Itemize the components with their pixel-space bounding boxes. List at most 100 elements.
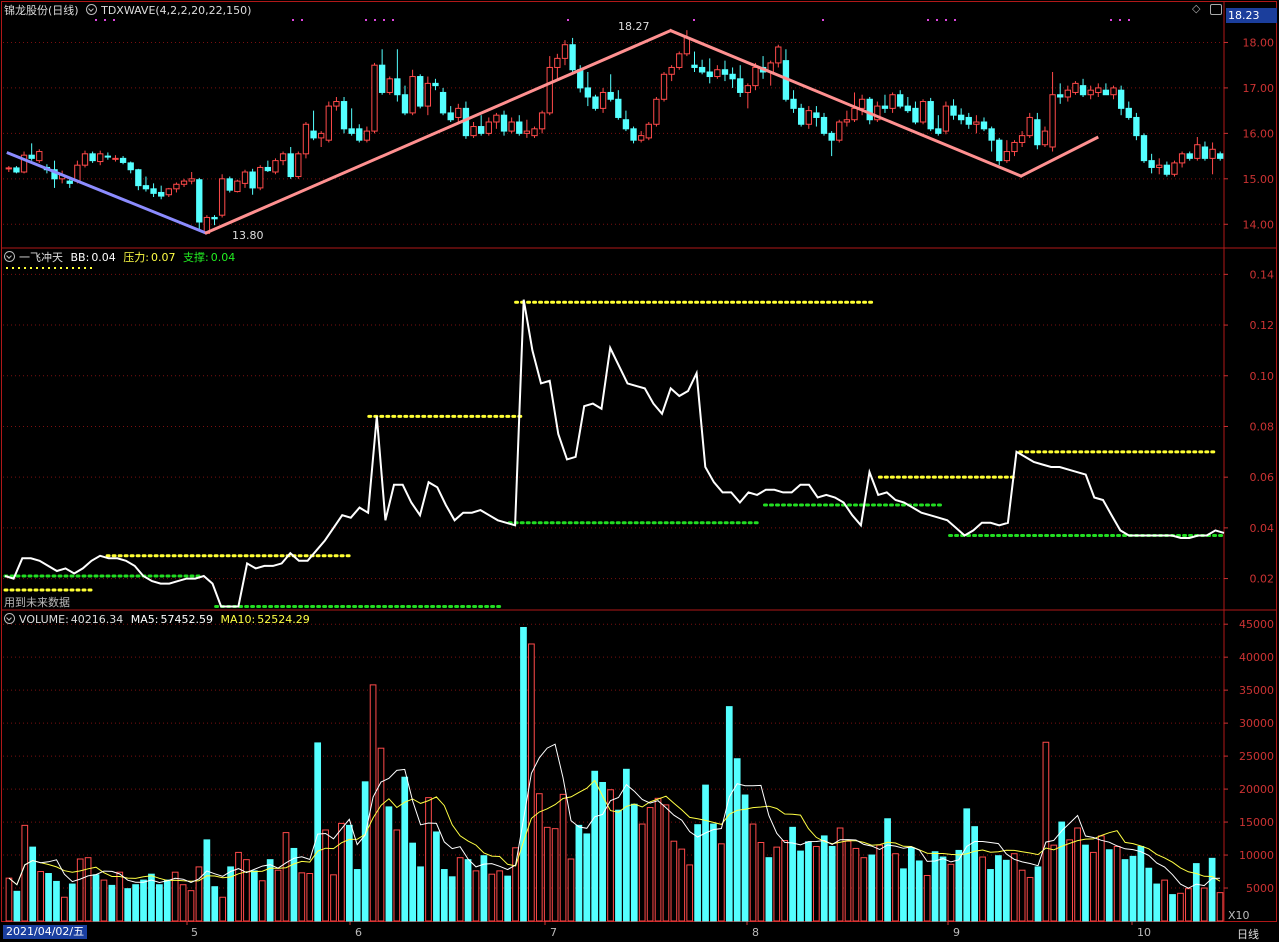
volume-bar xyxy=(1050,844,1058,922)
candle xyxy=(401,94,409,114)
candle xyxy=(455,107,462,118)
bb-value: 0.04 xyxy=(91,251,116,264)
volume-panel-header: VOLUME: 40216.34 MA5: 57452.59 MA10: 52524.… xyxy=(4,613,314,627)
volume-bar xyxy=(1192,863,1200,922)
candle xyxy=(89,153,96,162)
candle xyxy=(378,64,386,93)
candle xyxy=(1079,85,1087,96)
candle xyxy=(394,78,401,96)
signal-dot xyxy=(936,19,938,21)
candle xyxy=(310,130,317,139)
candle xyxy=(866,98,873,121)
volume-bar xyxy=(1058,821,1066,922)
candle xyxy=(371,64,378,132)
volume-menu-icon[interactable] xyxy=(4,613,15,624)
signal-dot xyxy=(1110,19,1112,21)
volume-bar xyxy=(939,856,947,922)
stock-name[interactable]: 锦龙股份 xyxy=(4,4,48,17)
y-tick-label: 0.08 xyxy=(1250,420,1275,433)
indicator2-title[interactable]: 一飞冲天 xyxy=(19,251,63,264)
volume-bar xyxy=(282,832,290,922)
volume-bar xyxy=(227,866,234,922)
period-footer-label: 日线 xyxy=(1237,928,1259,941)
candle xyxy=(531,128,538,137)
signal-dot xyxy=(693,19,695,21)
low-annotation: 13.80 xyxy=(232,229,264,242)
volume-bar xyxy=(654,797,662,922)
diamond-icon[interactable]: ◇ xyxy=(1192,2,1200,15)
volume-bar xyxy=(615,809,622,922)
volume-bar xyxy=(535,793,543,922)
y-tick-label: 0.12 xyxy=(1250,319,1275,332)
ma10-label: MA10: xyxy=(220,613,256,626)
y-tick-label: 18.00 xyxy=(1243,36,1275,49)
volume-bar xyxy=(53,880,60,922)
candle xyxy=(569,44,576,71)
candle xyxy=(13,167,20,173)
candle xyxy=(935,128,942,134)
volume-bar xyxy=(781,840,789,922)
volume-bar xyxy=(306,873,314,922)
indicator-label[interactable]: TDXWAVE(4,2,2,20,22,150) xyxy=(101,4,251,17)
volume-bar xyxy=(84,857,92,922)
candle xyxy=(485,121,492,134)
volume-title[interactable]: VOLUME: xyxy=(19,613,69,626)
stock-chart[interactable]: 14.00 15.00 16.00 17.00 18.00 0.02 0.04 0.06 0.0… xyxy=(0,0,1279,942)
candle xyxy=(797,107,805,125)
y-tick-label: 16.00 xyxy=(1243,127,1275,140)
volume-bar xyxy=(630,803,638,922)
volume-bar xyxy=(718,843,725,922)
volume-bar xyxy=(1200,887,1208,922)
candle xyxy=(1178,153,1186,164)
signal-dot xyxy=(104,19,106,21)
pressure-label: 压力: xyxy=(123,251,150,264)
indicator2-menu-icon[interactable] xyxy=(4,251,15,262)
signal-dot xyxy=(365,19,367,21)
wave-line xyxy=(204,28,673,235)
signal-dot xyxy=(1119,19,1121,21)
volume-bar xyxy=(1216,892,1224,922)
support-value: 0.04 xyxy=(210,251,236,264)
volume-scale-label: X10 xyxy=(1228,909,1250,922)
volume-bar xyxy=(100,879,108,922)
signal-dot xyxy=(822,19,824,21)
candle xyxy=(637,135,645,141)
candle xyxy=(668,66,675,75)
volume-bar xyxy=(219,896,227,922)
candle xyxy=(1217,153,1224,159)
candle xyxy=(988,128,995,141)
candle xyxy=(432,82,439,87)
candle xyxy=(1026,116,1033,137)
wave-line xyxy=(6,151,208,235)
candle xyxy=(135,169,142,187)
candle xyxy=(1117,89,1125,109)
volume-bar xyxy=(140,879,147,922)
volume-bar xyxy=(876,844,884,922)
signal-dot xyxy=(945,19,947,21)
volume-bar xyxy=(995,855,1002,922)
volume-bar xyxy=(92,874,100,922)
candle xyxy=(241,171,249,184)
candle xyxy=(295,153,302,178)
current-price-box: 18.23 xyxy=(1226,8,1277,23)
candle xyxy=(158,191,165,197)
candle xyxy=(356,128,363,141)
volume-bar xyxy=(472,870,480,922)
window-icon[interactable] xyxy=(1210,4,1222,15)
volume-bar xyxy=(361,781,369,922)
candle xyxy=(919,101,927,123)
volume-bar xyxy=(132,884,139,922)
y-tick-label: 15000 xyxy=(1239,816,1274,829)
volume-bar xyxy=(258,880,266,922)
candle xyxy=(1171,162,1178,175)
volume-bar xyxy=(1034,866,1042,922)
candle xyxy=(942,105,950,132)
volume-bar xyxy=(892,853,899,922)
candle xyxy=(257,166,264,189)
indicator-menu-icon[interactable] xyxy=(86,4,98,15)
price-panel-header: 锦龙股份(日线) TDXWAVE(4,2,2,20,22,150) xyxy=(4,4,255,18)
candle xyxy=(1095,87,1102,93)
candle xyxy=(424,82,432,107)
volume-bar xyxy=(13,890,21,922)
volume-bar xyxy=(480,855,488,922)
